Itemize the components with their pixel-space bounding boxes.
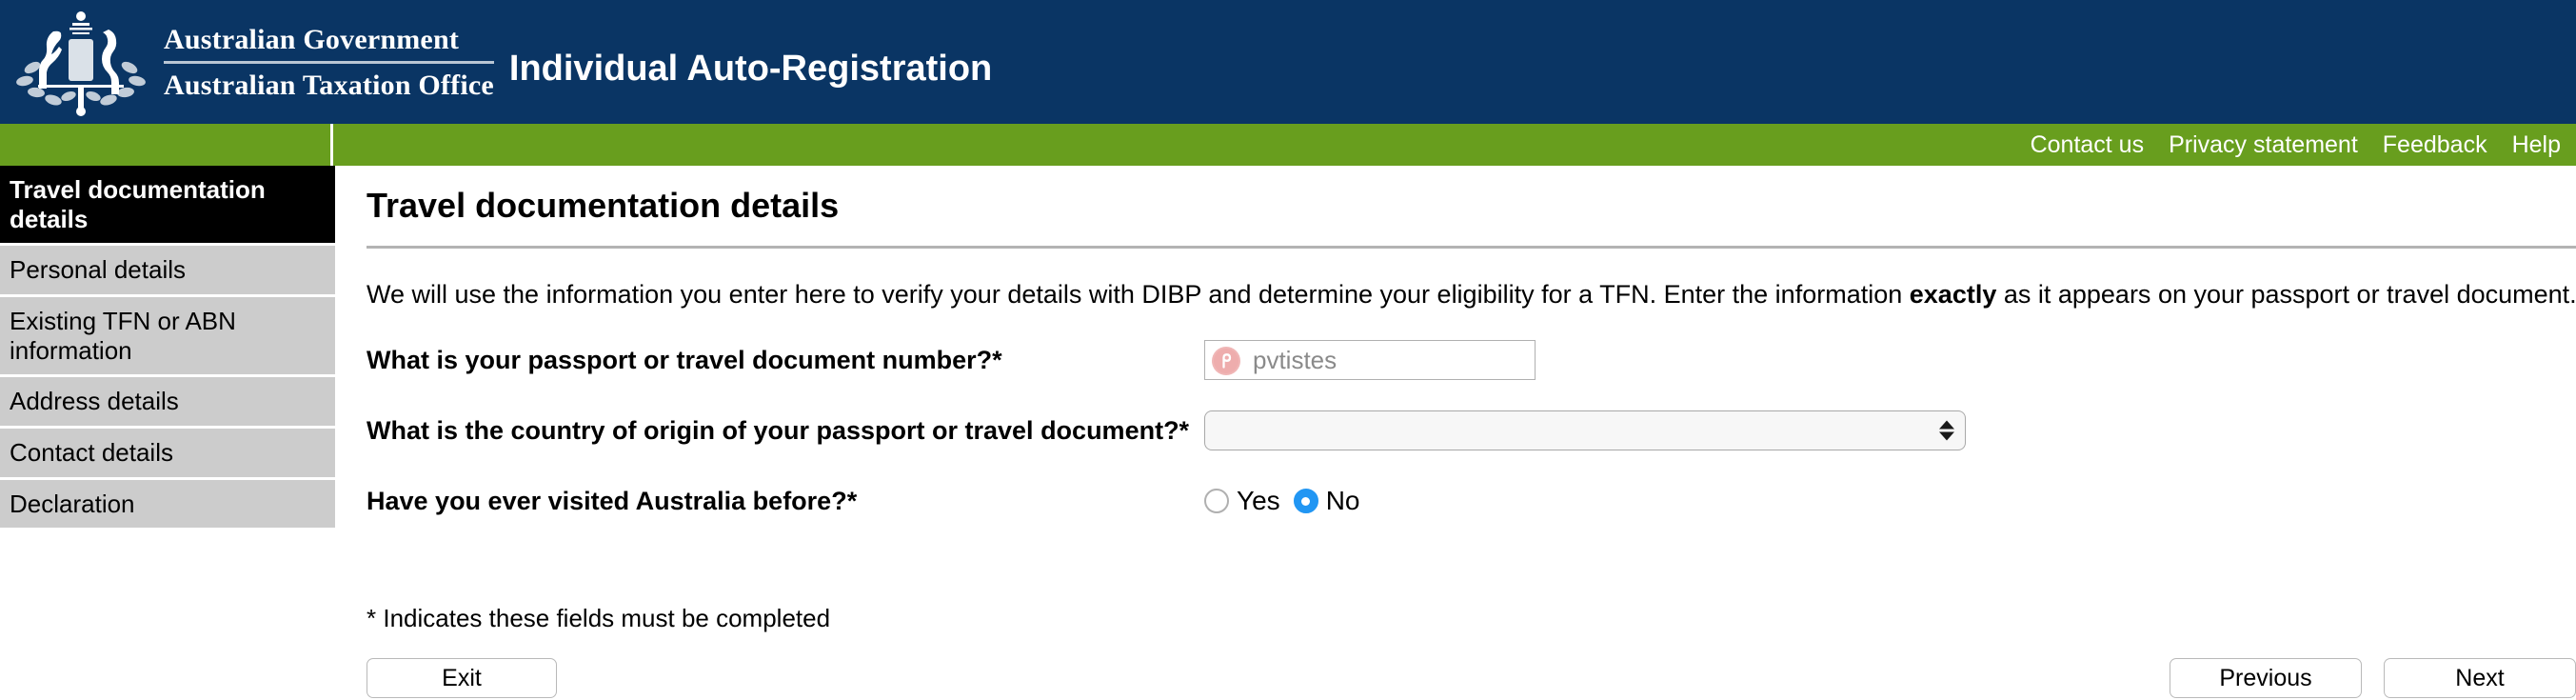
main-content: Travel documentation details We will use… <box>367 166 2576 700</box>
exit-button[interactable]: Exit <box>367 658 557 699</box>
sidebar-item-travel-documentation-details[interactable]: Travel documentation details <box>0 166 335 247</box>
sidebar-item-personal-details[interactable]: Personal details <box>0 246 335 298</box>
form-button-bar: Exit Previous Next <box>367 658 2576 700</box>
australian-government-text: Australian Government <box>164 23 460 55</box>
country-of-origin-control <box>1204 410 1966 451</box>
country-of-origin-label: What is the country of origin of your pa… <box>367 415 1190 445</box>
utility-navbar: Contact us Privacy statement Feedback He… <box>0 124 2576 166</box>
site-header: Australian Government Australian Taxatio… <box>0 0 2576 124</box>
navbar-links: Contact us Privacy statement Feedback He… <box>2031 124 2561 166</box>
country-of-origin-row: What is the country of origin of your pa… <box>367 410 2576 451</box>
intro-text-part2: as it appears on your passport or travel… <box>1996 279 2576 309</box>
nav-link-privacy-statement[interactable]: Privacy statement <box>2169 131 2358 159</box>
nav-link-contact-us[interactable]: Contact us <box>2031 131 2145 159</box>
content-heading: Travel documentation details <box>367 186 840 225</box>
nav-link-help[interactable]: Help <box>2512 131 2561 159</box>
passport-number-control <box>1204 340 1536 381</box>
country-of-origin-select[interactable] <box>1204 410 1966 451</box>
radio-yes-label: Yes <box>1237 486 1280 516</box>
australian-taxation-office-text: Australian Taxation Office <box>164 69 494 101</box>
visited-australia-control: Yes No <box>1204 486 1359 516</box>
sidebar-item-declaration[interactable]: Declaration <box>0 479 335 531</box>
previous-button[interactable]: Previous <box>2170 658 2362 699</box>
radio-no-dot <box>1301 496 1311 506</box>
page-title: Individual Auto-Registration <box>508 49 993 89</box>
passport-input-wrapper <box>1204 340 1536 381</box>
government-lockup: Australian Government Australian Taxatio… <box>164 24 494 101</box>
radio-yes-circle-icon[interactable] <box>1204 489 1229 514</box>
sidebar-item-existing-tfn-or-abn-information[interactable]: Existing TFN or ABN information <box>0 297 335 378</box>
nav-link-feedback[interactable]: Feedback <box>2383 131 2487 159</box>
country-select-wrapper <box>1204 410 1966 451</box>
passport-number-row: What is your passport or travel document… <box>367 339 2576 381</box>
visited-australia-radio-group: Yes No <box>1204 486 1359 516</box>
lockup-divider <box>164 60 494 64</box>
sidebar-nav: Travel documentation details Personal de… <box>0 166 335 531</box>
heading-divider <box>367 245 2576 249</box>
navbar-left-segment <box>0 124 333 166</box>
radio-option-no[interactable]: No <box>1293 486 1360 516</box>
intro-text-part1: We will use the information you enter he… <box>367 279 1910 309</box>
next-button[interactable]: Next <box>2384 658 2576 699</box>
passport-number-label: What is your passport or travel document… <box>367 345 1002 374</box>
radio-option-yes[interactable]: Yes <box>1204 486 1280 516</box>
intro-paragraph: We will use the information you enter he… <box>367 279 2576 311</box>
radio-no-circle-icon[interactable] <box>1293 489 1318 514</box>
visited-australia-label: Have you ever visited Australia before?* <box>367 486 858 515</box>
visited-australia-row: Have you ever visited Australia before?*… <box>367 480 2576 522</box>
sidebar-item-contact-details[interactable]: Contact details <box>0 429 335 480</box>
australian-coat-of-arms-icon <box>10 5 152 119</box>
required-fields-note: * Indicates these fields must be complet… <box>367 604 831 633</box>
intro-text-emphasis: exactly <box>1909 279 1997 309</box>
sidebar-item-address-details[interactable]: Address details <box>0 377 335 430</box>
passport-number-input[interactable] <box>1204 340 1536 381</box>
radio-no-label: No <box>1325 486 1360 516</box>
